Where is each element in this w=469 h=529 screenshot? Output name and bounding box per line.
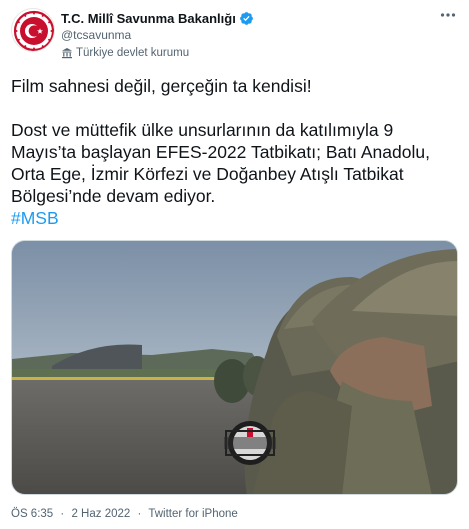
avatar[interactable] <box>11 8 55 52</box>
tweet-video[interactable] <box>11 240 458 495</box>
handle[interactable]: @tcsavunma <box>61 28 254 43</box>
footer-separator: · <box>137 508 142 520</box>
tweet-source[interactable]: Twitter for iPhone <box>148 508 237 520</box>
tweet-footer: ÖS 6:35 · 2 Haz 2022 · Twitter for iPhon… <box>11 508 242 520</box>
verified-badge-icon <box>239 11 253 25</box>
video-still-image <box>12 241 457 494</box>
tweet-header: T.C. Millî Savunma Bakanlığı @tcsavunma … <box>11 6 461 59</box>
tweet-text: Film sahnesi değil, gerçeğin ta kendisi!… <box>11 75 457 229</box>
hashtag-link[interactable]: #MSB <box>11 208 59 228</box>
tweet-line-1: Film sahnesi değil, gerçeğin ta kendisi! <box>11 76 312 96</box>
display-name[interactable]: T.C. Millî Savunma Bakanlığı <box>61 11 236 26</box>
tweet-paragraph-2: Dost ve müttefik ülke unsurlarının da ka… <box>11 120 430 206</box>
more-options-icon[interactable] <box>439 8 457 22</box>
account-label[interactable]: Türkiye devlet kurumu <box>61 45 254 60</box>
label-text: Türkiye devlet kurumu <box>76 46 190 59</box>
tweet-time[interactable]: ÖS 6:35 <box>11 508 53 520</box>
tweet-date[interactable]: 2 Haz 2022 <box>71 508 130 520</box>
footer-separator: · <box>60 508 65 520</box>
government-building-icon <box>62 47 72 58</box>
msb-emblem-icon <box>13 10 54 51</box>
